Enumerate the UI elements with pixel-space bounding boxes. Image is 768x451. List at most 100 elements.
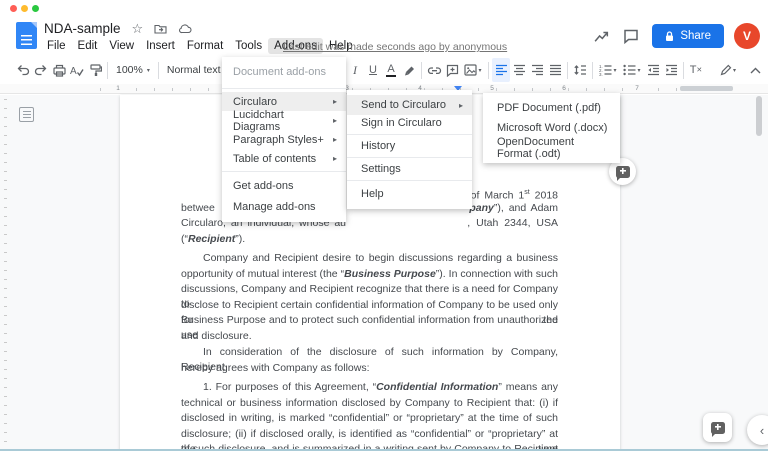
menu-item[interactable]: Manage add-ons: [222, 196, 346, 217]
dropdown-arrow-icon: ▾: [733, 67, 736, 74]
menu-item[interactable]: PDF Document (.pdf): [483, 98, 620, 118]
account-avatar[interactable]: V: [734, 23, 760, 49]
menu-item-label: OpenDocument Format (.odt): [497, 136, 611, 160]
circularo-menu-items: Send to Circularo ▸ Sign in Circularo▸ Hist…: [347, 95, 472, 204]
paragraph: Company and Recipient desire to begin di…: [181, 251, 558, 344]
justify-button[interactable]: [546, 58, 564, 82]
dropdown-arrow-icon: ▾: [478, 67, 481, 74]
addons-dropdown-menu: Document add-ons Circularo▸Lucidchart Di…: [222, 57, 346, 222]
paragraph: In consideration of the disclosure of su…: [181, 345, 558, 376]
decrease-indent-button[interactable]: [644, 58, 662, 82]
menubar-item[interactable]: Tools: [229, 38, 268, 54]
menu-item[interactable]: Table of contents ▸: [222, 149, 346, 168]
menu-item[interactable]: Microsoft Word (.docx): [483, 118, 620, 138]
submenu-arrow-icon: ▸: [459, 101, 463, 110]
move-folder-icon[interactable]: [154, 23, 167, 34]
menu-item[interactable]: Sign in Circularo▸: [347, 115, 472, 135]
menu-item-label: Table of contents: [233, 153, 316, 165]
addons-menu-items: Circularo▸Lucidchart Diagrams▸Paragraph …: [222, 92, 346, 168]
menu-item-label: Get add-ons: [233, 180, 294, 192]
print-button[interactable]: [50, 58, 68, 82]
bulleted-list-button[interactable]: ▾: [620, 58, 644, 82]
menu-item-label: Lucidchart Diagrams: [233, 109, 333, 133]
google-docs-window: NDA-sample ☆ File EditView Insert Format Too…: [0, 0, 768, 451]
document-stats-icon[interactable]: [586, 28, 616, 45]
menu-item[interactable]: Send to Circularo ▸: [347, 95, 472, 115]
document-title[interactable]: NDA-sample: [44, 21, 121, 36]
menu-item[interactable]: Help▸: [347, 184, 472, 204]
menu-item-label: Send to Circularo: [361, 99, 446, 111]
align-center-button[interactable]: [510, 58, 528, 82]
window-titlebar: [0, 0, 768, 16]
menubar-item[interactable]: Format: [181, 38, 229, 54]
menubar-item[interactable]: Edit: [72, 38, 104, 54]
menu-item-label: Paragraph Styles+: [233, 134, 324, 146]
dropdown-arrow-icon: ▾: [637, 67, 640, 74]
increase-indent-button[interactable]: [662, 58, 680, 82]
align-right-button[interactable]: [528, 58, 546, 82]
close-window-button[interactable]: [10, 5, 17, 12]
spelling-check-button[interactable]: A: [68, 58, 86, 82]
cloud-saved-icon[interactable]: [178, 23, 192, 34]
editing-mode-button[interactable]: ▾: [716, 58, 740, 82]
paint-format-button[interactable]: [86, 58, 104, 82]
google-docs-logo-icon[interactable]: [16, 22, 37, 49]
document-outline-icon[interactable]: [19, 107, 34, 122]
toolbar-separator: [421, 62, 422, 79]
clear-formatting-button[interactable]: T✕: [687, 58, 705, 82]
submenu-arrow-icon: ▸: [333, 97, 337, 106]
highlight-color-button[interactable]: [400, 58, 418, 82]
menu-item[interactable]: Paragraph Styles+▸: [222, 130, 346, 149]
vertical-scrollbar-thumb[interactable]: [756, 96, 762, 136]
zoom-select[interactable]: 100% ▾: [111, 64, 155, 76]
menu-item[interactable]: Settings▸: [347, 161, 472, 181]
share-button[interactable]: Share: [652, 24, 724, 48]
text-color-button[interactable]: A: [382, 58, 400, 82]
toolbar-separator: [567, 62, 568, 79]
dropdown-arrow-icon: ▾: [147, 67, 150, 74]
redo-button[interactable]: [32, 58, 50, 82]
insert-link-button[interactable]: [425, 58, 443, 82]
fullscreen-window-button[interactable]: [32, 5, 39, 12]
collapse-panel-button[interactable]: ‹: [747, 415, 768, 445]
explore-button[interactable]: [703, 413, 732, 442]
lock-icon: [665, 31, 674, 42]
menu-item-label: Settings: [361, 163, 401, 175]
submenu-arrow-icon: ▸: [333, 154, 337, 163]
menu-item[interactable]: OpenDocument Format (.odt): [483, 138, 620, 158]
menubar-item[interactable]: Insert: [140, 38, 181, 54]
menu-item[interactable]: Get add-ons: [222, 175, 346, 196]
menu-separator: [222, 171, 346, 172]
insert-image-button[interactable]: ▾: [461, 58, 485, 82]
menubar-item-label: Tools: [235, 40, 262, 52]
underline-button[interactable]: U: [364, 58, 382, 82]
toolbar-separator: [107, 62, 108, 79]
last-edit-link[interactable]: Last edit was made seconds ago by anonym…: [283, 41, 507, 53]
numbered-list-button[interactable]: 1.2.3. ▾: [596, 58, 620, 82]
add-comment-button[interactable]: [443, 58, 461, 82]
minimize-window-button[interactable]: [21, 5, 28, 12]
menubar-item-label: Insert: [146, 40, 175, 52]
toolbar-separator: [158, 62, 159, 79]
comment-plus-icon: [711, 422, 725, 434]
align-left-button[interactable]: [492, 58, 510, 82]
menu-item[interactable]: Lucidchart Diagrams▸: [222, 111, 346, 130]
ruler-number: 6: [560, 85, 568, 93]
menubar-item-label: File: [47, 40, 66, 52]
star-icon[interactable]: ☆: [132, 22, 144, 35]
menu-item[interactable]: History▸: [347, 138, 472, 158]
line-spacing-button[interactable]: [571, 58, 589, 82]
toolbar: A 100% ▾ Normal text ▾ I U A: [0, 56, 768, 84]
comments-icon[interactable]: [616, 28, 646, 44]
menubar-item[interactable]: File: [41, 38, 72, 54]
menu-item-label: PDF Document (.pdf): [497, 102, 601, 114]
menu-item-label: Sign in Circularo: [361, 117, 442, 129]
hide-menus-button[interactable]: [746, 58, 764, 82]
undo-button[interactable]: [14, 58, 32, 82]
comment-plus-icon: [616, 166, 630, 178]
send-to-circularo-submenu: PDF Document (.pdf) Microsoft Word (.docx…: [483, 93, 620, 163]
italic-button[interactable]: I: [346, 58, 364, 82]
menubar-item[interactable]: View: [103, 38, 140, 54]
share-button-label: Share: [680, 30, 711, 42]
menubar-item-label: Format: [187, 40, 223, 52]
